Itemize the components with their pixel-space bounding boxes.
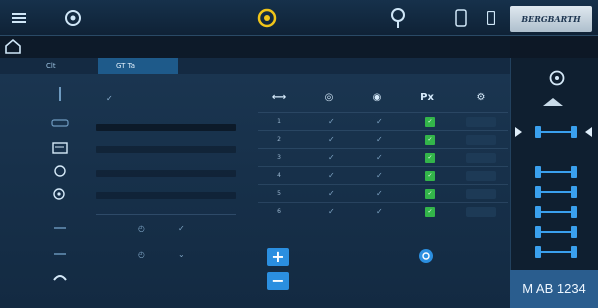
menu-icon[interactable] <box>10 6 28 30</box>
wheel-value[interactable] <box>466 207 496 217</box>
vehicle-icon[interactable] <box>50 164 70 180</box>
row-number: 4 <box>277 172 281 179</box>
column-header-wheel: ⚙ <box>476 91 486 103</box>
check-mark: ✓ <box>328 189 335 198</box>
check-mark: ✓ <box>328 153 335 162</box>
input-field[interactable] <box>96 124 236 131</box>
tab-bar: Clt GT Ta <box>0 58 510 74</box>
tab-label: Clt <box>46 62 56 70</box>
column-header-sensor: ◎ <box>324 91 334 103</box>
up-arrow-icon[interactable] <box>543 98 563 106</box>
wheel-settings-icon[interactable] <box>50 186 70 202</box>
input-field[interactable] <box>96 146 236 153</box>
status-badge: ✓ <box>425 153 435 163</box>
axle-bar[interactable] <box>535 186 577 198</box>
input-field[interactable] <box>96 170 236 177</box>
check-mark: ✓ <box>376 135 383 144</box>
car-lift-icon[interactable] <box>50 114 70 130</box>
table-row[interactable]: 4 ✓ ✓ ✓ <box>258 166 508 184</box>
wheel-value[interactable] <box>466 189 496 199</box>
row-number: 3 <box>277 154 281 161</box>
card-icon[interactable] <box>50 140 70 156</box>
status-badge: ✓ <box>425 207 435 217</box>
tab-active[interactable]: GT Ta <box>98 58 178 74</box>
check-mark: ✓ <box>328 117 335 126</box>
tab-label: GT Ta <box>116 62 136 70</box>
right-indicator-icon <box>585 127 592 137</box>
settings-icon[interactable] <box>418 248 434 268</box>
wheel-value[interactable] <box>466 153 496 163</box>
device-icon[interactable] <box>484 6 498 30</box>
status-badge: ✓ <box>425 117 435 127</box>
brand-logo: BERGBARTH <box>510 6 592 32</box>
check-mark: ✓ <box>328 171 335 180</box>
tire-warning-icon[interactable] <box>256 6 278 30</box>
table-row[interactable]: 6 ✓ ✓ ✓ <box>258 202 508 220</box>
check-mark: ✓ <box>328 207 335 216</box>
column-header-speed: ◉ <box>372 91 382 103</box>
check-mark: ✓ <box>376 153 383 162</box>
chevron-down-icon[interactable]: ⌄ <box>178 246 185 264</box>
clock-icon[interactable]: ◴ <box>138 246 145 264</box>
phone-icon[interactable] <box>452 6 470 30</box>
check-mark: ✓ <box>178 224 185 233</box>
check-mark: ✓ <box>376 171 383 180</box>
tool-icon[interactable] <box>50 86 70 102</box>
status-badge: ✓ <box>425 189 435 199</box>
check-mark: ✓ <box>376 189 383 198</box>
check-mark: ✓ <box>328 135 335 144</box>
top-bar: BERGBARTH <box>0 0 598 36</box>
check-mark: ✓ <box>376 207 383 216</box>
divider <box>96 214 236 215</box>
phone-handset-icon[interactable] <box>50 270 70 286</box>
wheel-value[interactable] <box>466 135 496 145</box>
license-plate: M AB 1234 <box>510 270 598 308</box>
left-indicator-icon <box>515 127 522 137</box>
input-field[interactable] <box>96 192 236 199</box>
axle-bar[interactable] <box>535 166 577 178</box>
home-icon[interactable] <box>4 38 22 58</box>
axle-bar[interactable] <box>535 246 577 258</box>
table-row[interactable]: 5 ✓ ✓ ✓ <box>258 184 508 202</box>
axle-icon[interactable] <box>50 220 70 236</box>
column-header-px: Px <box>420 91 434 103</box>
axle-bar[interactable] <box>535 126 577 138</box>
column-header-distance: ⟷ <box>271 91 287 103</box>
status-badge: ✓ <box>425 135 435 145</box>
row-number: 1 <box>277 118 281 125</box>
row-number: 2 <box>277 136 281 143</box>
row-number: 6 <box>277 208 281 215</box>
wheel-icon[interactable] <box>62 6 84 30</box>
wheel-value[interactable] <box>466 117 496 127</box>
axle-bar[interactable] <box>535 226 577 238</box>
remove-button[interactable]: − <box>267 272 289 290</box>
table-row[interactable]: 3 ✓ ✓ ✓ <box>258 148 508 166</box>
axle-bar[interactable] <box>535 206 577 218</box>
wheel-icon[interactable] <box>549 70 565 90</box>
table-row[interactable]: 1 ✓ ✓ ✓ <box>258 112 508 130</box>
status-badge: ✓ <box>425 171 435 181</box>
wheel-value[interactable] <box>466 171 496 181</box>
add-button[interactable]: + <box>267 248 289 266</box>
table-row[interactable]: 2 ✓ ✓ ✓ <box>258 130 508 148</box>
clock-icon[interactable]: ◴ <box>138 220 145 238</box>
home-bar <box>0 36 510 58</box>
row-number: 5 <box>277 190 281 197</box>
location-pin-icon[interactable] <box>388 6 408 30</box>
check-mark: ✓ <box>106 94 113 103</box>
axle-icon-2[interactable] <box>50 246 70 262</box>
tab-overview[interactable]: Clt <box>46 58 86 74</box>
check-mark: ✓ <box>376 117 383 126</box>
